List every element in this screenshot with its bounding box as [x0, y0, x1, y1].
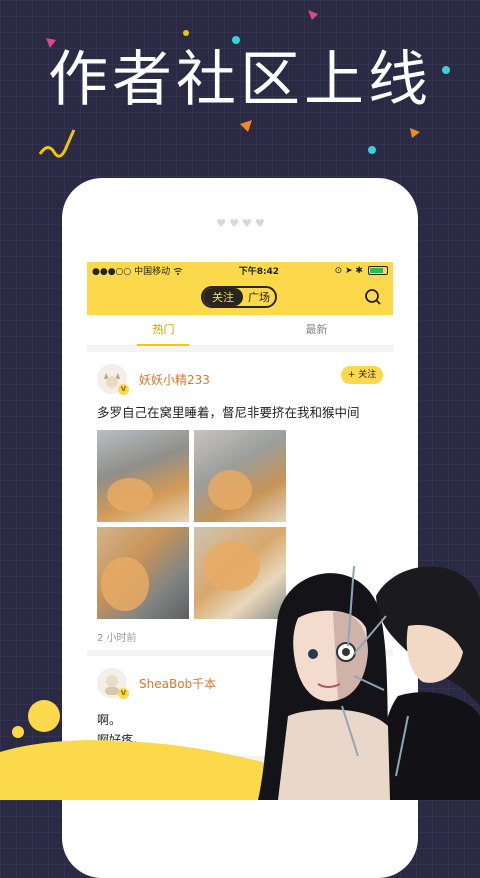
- wifi-icon: [173, 267, 183, 275]
- segment-control: 关注 广场: [201, 286, 277, 308]
- phone-speaker: ♥♥♥♥: [216, 217, 268, 230]
- status-bar: ●●●○○ 中国移动 下午8:42 ⊙ ➤ ✱: [87, 262, 393, 279]
- status-time: 下午8:42: [238, 267, 280, 277]
- nav-bar: 关注 广场: [87, 279, 393, 315]
- post-photo[interactable]: [194, 430, 286, 522]
- active-tab-indicator: [137, 344, 189, 346]
- segment-square[interactable]: 广场: [243, 288, 275, 306]
- post-text: 多罗自己在窝里睡着，督尼非要挤在我和猴中间: [97, 405, 360, 420]
- tab-latest[interactable]: 最新: [240, 315, 393, 345]
- avatar[interactable]: V: [97, 364, 129, 395]
- post-photo[interactable]: [97, 527, 189, 619]
- tab-hot[interactable]: 热门: [87, 315, 240, 345]
- anime-characters-illustration: [258, 565, 480, 800]
- feed-tabs: 热门 最新: [87, 315, 393, 346]
- segment-follow[interactable]: 关注: [203, 288, 243, 306]
- verified-badge: V: [118, 384, 129, 395]
- search-icon[interactable]: [363, 287, 383, 307]
- confetti-decoration: [38, 10, 450, 158]
- follow-button[interactable]: + 关注: [341, 366, 383, 384]
- carrier-label: ●●●○○ 中国移动: [92, 267, 171, 277]
- status-icons: ⊙ ➤ ✱: [334, 265, 363, 276]
- battery-icon: [367, 266, 388, 275]
- post-username[interactable]: 妖妖小精233: [139, 371, 210, 388]
- post-photo[interactable]: [97, 430, 189, 522]
